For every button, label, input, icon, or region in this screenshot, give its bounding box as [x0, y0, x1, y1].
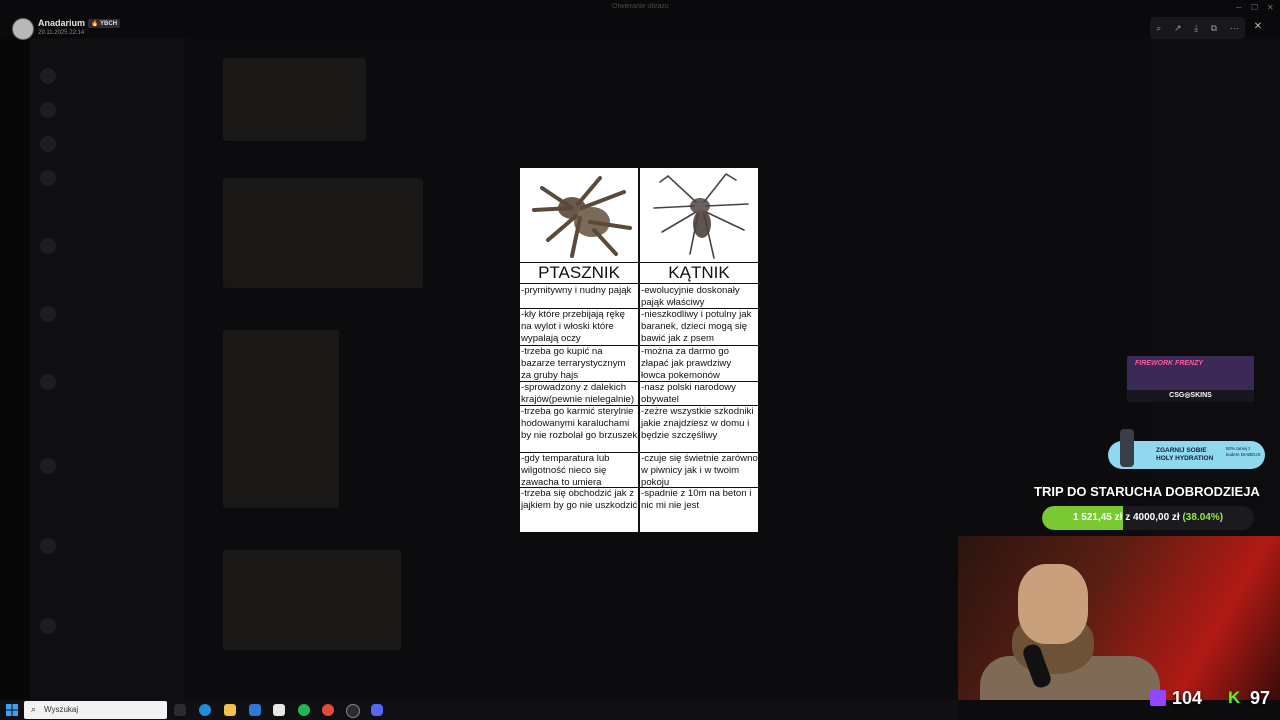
kick-icon: K — [1228, 688, 1241, 707]
server-sidebar — [0, 38, 30, 700]
channel-list — [30, 38, 185, 700]
right-header: KĄTNIK — [640, 262, 758, 284]
goal-progress-bar: 1 521,45 zł z 4000,00 zł (38.04%) — [1042, 506, 1254, 530]
kick-viewer-count: 97 — [1250, 688, 1271, 708]
ad-small-text: 50% taniej z kodem DIABEUS — [1226, 446, 1261, 457]
left-cell: -trzeba go kupić na bazarze terrarystycz… — [521, 346, 626, 381]
windows-start-icon[interactable] — [6, 704, 18, 716]
more-icon[interactable]: ⋯ — [1230, 23, 1239, 34]
file-explorer-icon[interactable] — [224, 704, 236, 716]
search-placeholder: Wyszukaj — [44, 705, 79, 714]
tarantula-photo — [520, 168, 638, 261]
window-title: Otwieranie obrazu — [612, 3, 669, 10]
server-icon — [40, 538, 56, 554]
minimize-icon[interactable]: ─ — [1236, 3, 1242, 12]
store-icon[interactable] — [273, 704, 285, 716]
ad-title: FIREWORK FRENZY — [1135, 360, 1204, 367]
twitch-icon — [1150, 690, 1166, 706]
server-icon — [40, 374, 56, 390]
spotify-icon[interactable] — [298, 704, 310, 716]
server-icon — [40, 170, 56, 186]
left-header: PTASZNIK — [520, 262, 638, 284]
server-icon — [40, 458, 56, 474]
right-cell: -czuje się świetnie zarówno w piwnicy ja… — [641, 453, 758, 487]
left-cell: -trzeba się obchodzić jak z jajkiem by g… — [521, 488, 638, 511]
window-close-icon[interactable]: ✕ — [1267, 3, 1274, 12]
server-icon — [40, 68, 56, 84]
right-cell: -zeżre wszystkie szkodniki jakie znajdzi… — [641, 406, 754, 441]
zoom-icon[interactable]: ⌕ — [1156, 23, 1161, 34]
goal-title: TRIP DO STARUCHA DOBRODZIEJA — [1034, 484, 1260, 499]
ad-text: ZGARNIJ SOBIE HOLY HYDRATION — [1156, 447, 1214, 462]
server-icon — [40, 102, 56, 118]
left-cell: -trzeba go karmić sterylnie hodowanymi k… — [521, 406, 638, 441]
discord-icon[interactable] — [371, 704, 383, 716]
right-cell: -można za darmo go złapać jak prawdziwy … — [641, 346, 732, 381]
server-icon — [40, 306, 56, 322]
sponsor-banner: FIREWORK FRENZY CSG◎SKINS — [1127, 356, 1254, 402]
task-view-icon[interactable] — [174, 704, 186, 716]
avatar[interactable] — [12, 18, 34, 40]
server-icon — [40, 618, 56, 634]
mail-icon[interactable] — [249, 704, 261, 716]
chrome-icon[interactable] — [322, 704, 334, 716]
meme-image: PTASZNIK KĄTNIK -prymitywny i nudny pają… — [520, 168, 758, 532]
obs-icon[interactable] — [346, 704, 360, 718]
house-spider-photo — [640, 168, 758, 261]
goal-progress-text: 1 521,45 zł z 4000,00 zł (38.04%) — [1072, 512, 1224, 523]
right-cell: -nieszkodliwy i potulny jak baranek, dzi… — [641, 309, 752, 344]
maximize-icon[interactable]: ☐ — [1251, 3, 1258, 12]
right-cell: -ewolucyjnie doskonały pająk właściwy — [641, 285, 740, 308]
streamer-head — [1018, 564, 1088, 644]
post-date: 29.11.2025 22:14 — [38, 30, 85, 36]
image-toolbar: ⌕ ↗ ⤓ ⧉ ⋯ — [1150, 17, 1245, 39]
left-cell: -prymitywny i nudny pająk — [521, 285, 632, 296]
username[interactable]: Anadarium 🔥 YBCH — [38, 18, 121, 29]
shaker-icon — [1120, 429, 1134, 467]
taskbar-search[interactable]: ⌕ Wyszukaj — [24, 701, 167, 719]
role-badge: 🔥 YBCH — [88, 19, 121, 29]
viewer-topbar: Otwieranie obrazu ─ ☐ ✕ Anadarium 🔥 YBCH … — [0, 0, 1280, 40]
right-cell: -spadnie z 10m na beton i nic mi nie jes… — [641, 488, 752, 511]
edge-icon[interactable] — [199, 704, 211, 716]
download-icon[interactable]: ⤓ — [1194, 23, 1198, 34]
chat-image — [223, 178, 423, 288]
drink-ad: ZGARNIJ SOBIE HOLY HYDRATION 50% taniej … — [1108, 429, 1265, 469]
chat-image — [223, 550, 401, 650]
search-icon: ⌕ — [31, 704, 37, 714]
right-cell: -nasz polski narodowy obywatel — [641, 382, 736, 405]
left-cell: -sprowadzony z dalekich krajów(pewnie ni… — [521, 382, 635, 405]
close-icon[interactable]: ✕ — [1250, 19, 1266, 35]
server-icon — [40, 136, 56, 152]
ad-brand: CSG◎SKINS — [1127, 390, 1254, 402]
share-icon[interactable]: ↗ — [1174, 23, 1182, 34]
chat-image — [223, 330, 339, 508]
webcam-feed — [958, 536, 1280, 700]
twitch-viewer-count: 104 — [1172, 688, 1203, 708]
left-cell: -kły które przebijają rękę na wylot i wł… — [521, 309, 625, 344]
left-cell: -gdy temparatura lub wilgotność nieco si… — [521, 453, 610, 487]
server-icon — [40, 238, 56, 254]
chat-image — [223, 58, 366, 141]
open-icon[interactable]: ⧉ — [1211, 23, 1217, 34]
